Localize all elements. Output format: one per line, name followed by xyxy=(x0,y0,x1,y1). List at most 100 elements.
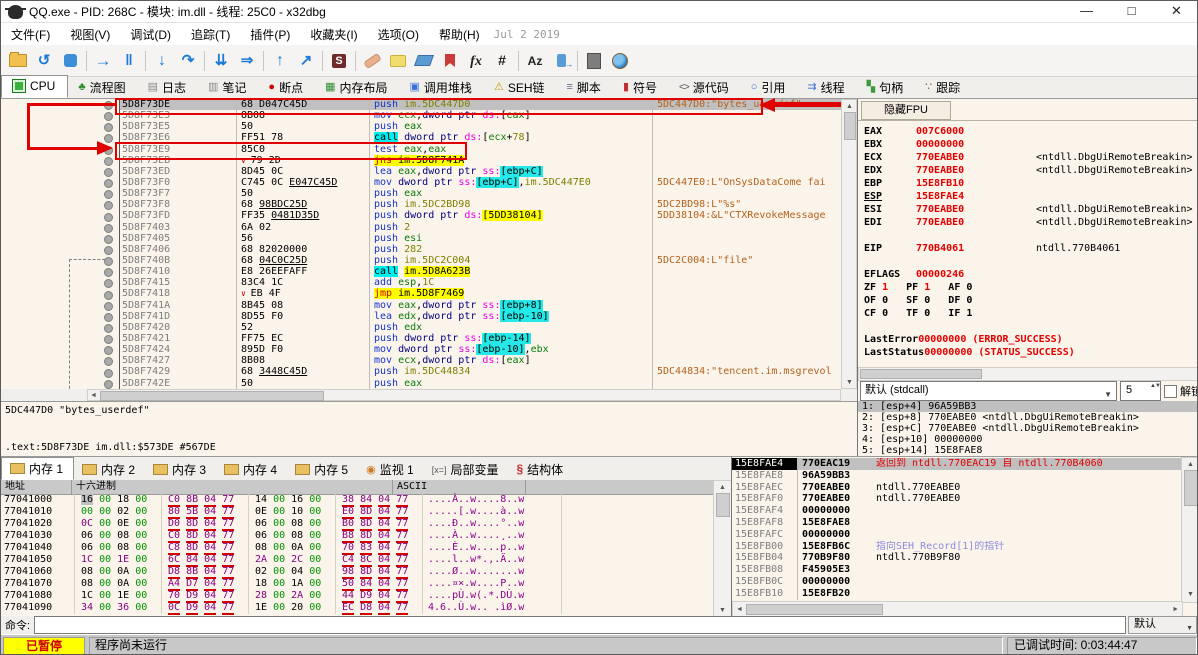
dump-row[interactable]: 77041060 08 00 0A 00 D8 8B 04 77 02 00 04 0… xyxy=(1,566,713,579)
disasm-row[interactable]: 5D8F7418 ∨ EB 4F jmp im.5D8F7469 xyxy=(120,288,841,300)
tab-graph[interactable]: 流程图 xyxy=(68,77,137,98)
calling-convention-select[interactable]: 默认 (stdcall) xyxy=(860,381,1117,403)
disassembly-hscrollbar[interactable]: ◄ xyxy=(87,389,841,401)
register-line[interactable]: EAX 007C6000 xyxy=(864,125,1197,138)
tab-notes[interactable]: 笔记 xyxy=(198,77,258,98)
dump-tab-memory[interactable]: 内存 1 xyxy=(1,457,75,480)
globe-button[interactable] xyxy=(607,49,633,73)
breakpoint-dot[interactable] xyxy=(104,167,113,177)
dump-row[interactable]: 77041070 08 00 0A 00 A4 D7 04 77 18 00 1A 0… xyxy=(1,578,713,591)
dump-row[interactable]: 77041000 16 00 18 00 C0 8B 04 77 14 00 16 0… xyxy=(1,494,713,507)
breakpoint-dot[interactable] xyxy=(104,357,113,367)
tab-trace[interactable]: 跟踪 xyxy=(915,77,972,98)
stack-vscrollbar[interactable]: ▲ ▼ xyxy=(1181,457,1197,603)
stack-row[interactable]: 15E8FAEC 770EABE0 ntdll.770EABE0 xyxy=(732,481,1181,494)
register-line[interactable]: CF 0 TF 0 IF 1 xyxy=(864,307,1197,320)
disasm-row[interactable]: 5D8F742E 50 push eax xyxy=(120,377,841,389)
disasm-row[interactable]: 5D8F73E5 50 push eax xyxy=(120,121,841,133)
breakpoint-dot[interactable] xyxy=(104,346,113,356)
minimize-button[interactable]: — xyxy=(1064,1,1109,22)
dump-tab-locals[interactable]: 局部变量 xyxy=(424,459,509,480)
maximize-button[interactable]: □ xyxy=(1109,1,1154,22)
tab-memory-map[interactable]: 内存布局 xyxy=(315,77,399,98)
menu-item[interactable]: 帮助(H) xyxy=(429,24,490,45)
register-line[interactable]: EFLAGS 00000246 xyxy=(864,268,1197,281)
breakpoint-dot[interactable] xyxy=(104,156,113,166)
argument-row[interactable]: 4: [esp+10] 00000000 xyxy=(858,434,1197,445)
dump-tab-memory[interactable]: 内存 3 xyxy=(145,459,216,480)
disasm-row[interactable]: 5D8F73F0 C745 0C E047C45D mov dword ptr ss… xyxy=(120,176,841,189)
stack-row[interactable]: 15E8FB04 770B9F80 ntdll.770B9F80 xyxy=(732,552,1181,565)
unlock-checkbox[interactable]: 解锁 xyxy=(1164,383,1197,399)
calculator-button[interactable] xyxy=(581,49,607,73)
close-button[interactable] xyxy=(57,49,83,73)
breakpoint-dot[interactable] xyxy=(104,368,113,378)
run-button[interactable] xyxy=(90,49,116,73)
register-line[interactable]: LastError00000000 (ERROR_SUCCESS) xyxy=(864,333,1197,346)
step-over-button[interactable] xyxy=(175,49,201,73)
trace-into-button[interactable] xyxy=(208,49,234,73)
breakpoint-dot[interactable] xyxy=(104,301,113,311)
disasm-row[interactable]: 5D8F7424 895D F0 mov dword ptr ss:[ebp-10]… xyxy=(120,344,841,356)
registers-hscrollbar[interactable] xyxy=(858,367,1197,381)
execute-till-return-button[interactable] xyxy=(267,49,293,73)
case-button[interactable] xyxy=(522,49,548,73)
tab-handles[interactable]: 句柄 xyxy=(857,77,915,98)
tab-log[interactable]: 日志 xyxy=(138,77,198,98)
disasm-row[interactable]: 5D8F7427 8B08 mov ecx,dword ptr ds:[eax] xyxy=(120,355,841,367)
register-line[interactable] xyxy=(864,320,1197,333)
functions-button[interactable] xyxy=(463,49,489,73)
register-line[interactable]: EBX 00000000 xyxy=(864,138,1197,151)
restart-button[interactable] xyxy=(31,49,57,73)
stack-row[interactable]: 15E8FB08 F45905E3 xyxy=(732,564,1181,576)
dump-tab-watch[interactable]: 监视 1 xyxy=(358,459,424,480)
breakpoint-dot[interactable] xyxy=(104,123,113,133)
tab-threads[interactable]: 线程 xyxy=(797,77,856,98)
dump-vscrollbar[interactable]: ▲ ▼ xyxy=(713,480,733,618)
disasm-row[interactable]: 5D8F740B 68 04C0C25D push im.5DC2C004 5DC2C… xyxy=(120,254,841,267)
crc-button[interactable] xyxy=(489,49,515,73)
disasm-row[interactable]: 5D8F7429 68 3448C45D push im.5DC44834 5DC44… xyxy=(120,366,841,378)
argument-row[interactable]: 3: [esp+C] 770EABE0 <ntdll.DbgUiRemoteBr… xyxy=(858,423,1197,434)
breakpoint-dot[interactable] xyxy=(104,312,113,322)
trace-over-button[interactable] xyxy=(234,49,260,73)
settings-button[interactable] xyxy=(326,49,352,73)
breakpoint-dot[interactable] xyxy=(104,112,113,122)
stack-row[interactable]: 15E8FAF4 00000000 xyxy=(732,505,1181,517)
command-profile-select[interactable]: 默认 xyxy=(1128,616,1197,636)
argument-row[interactable]: 5: [esp+14] 15E8FAE8 xyxy=(858,445,1197,456)
breakpoint-dot[interactable] xyxy=(104,324,113,333)
breakpoint-dot[interactable] xyxy=(104,335,113,345)
dump-tab-memory[interactable]: 内存 4 xyxy=(216,459,287,480)
breakpoint-dot[interactable] xyxy=(104,279,113,289)
menu-item[interactable]: 视图(V) xyxy=(60,24,120,45)
breakpoint-dot[interactable] xyxy=(104,190,113,200)
register-line[interactable]: LastStatus00000000 (STATUS_SUCCESS) xyxy=(864,346,1197,359)
dump-tab-memory[interactable]: 内存 2 xyxy=(74,459,145,480)
bookmarks-button[interactable] xyxy=(437,49,463,73)
disasm-row[interactable]: 5D8F73ED 8D45 0C lea eax,dword ptr ss:[ebp… xyxy=(120,165,841,177)
tab-call-stack[interactable]: 调用堆栈 xyxy=(400,77,484,98)
register-line[interactable] xyxy=(864,255,1197,268)
dump-row[interactable]: 77041030 06 00 08 00 C0 8D 04 77 06 00 08 0… xyxy=(1,530,713,543)
tab-references[interactable]: 引用 xyxy=(741,77,798,98)
stack-row[interactable]: 15E8FB0C 00000000 xyxy=(732,575,1181,588)
breakpoint-dot[interactable] xyxy=(104,223,113,233)
disasm-row[interactable]: 5D8F73F8 68 98BDC25D push im.5DC2BD98 5DC2B… xyxy=(120,199,841,211)
stack-row[interactable]: 15E8FAFC 00000000 xyxy=(732,528,1181,541)
breakpoint-dot[interactable] xyxy=(104,257,113,267)
tab-cpu[interactable]: CPU xyxy=(1,75,69,98)
stack-row[interactable]: 15E8FAF0 770EABE0 ntdll.770EABE0 xyxy=(732,493,1181,506)
dump-row[interactable]: 77041020 0C 00 0E 00 D0 8D 04 77 06 00 08 0… xyxy=(1,518,713,531)
breakpoint-dot[interactable] xyxy=(104,268,113,278)
register-line[interactable]: OF 0 SF 0 DF 0 xyxy=(864,294,1197,307)
argument-depth-spinner[interactable]: 5 xyxy=(1120,381,1161,401)
register-line[interactable]: ZF 1 PF 1 AF 0 xyxy=(864,281,1197,294)
breakpoint-dot[interactable] xyxy=(104,290,113,300)
stack-row[interactable]: 15E8FB00 15E8FB6C 指向SEH_Record[1]的指针 xyxy=(732,540,1181,553)
command-input[interactable] xyxy=(34,616,1126,634)
register-line[interactable]: EDX 770EABE0 <ntdll.DbgUiRemoteBreakin> xyxy=(864,164,1197,177)
pause-button[interactable] xyxy=(116,49,142,73)
register-line[interactable]: EIP 770B4061 ntdll.770B4061 xyxy=(864,242,1197,255)
breakpoint-dot[interactable] xyxy=(104,201,113,211)
